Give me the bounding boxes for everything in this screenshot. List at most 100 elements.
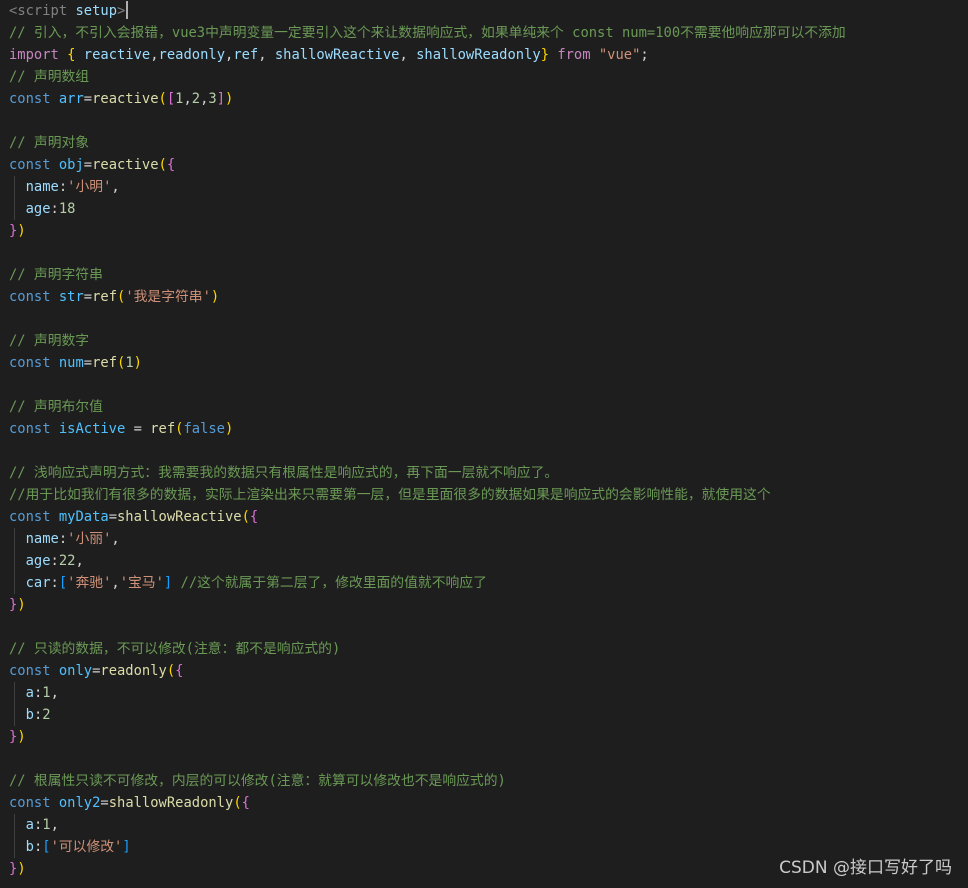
code-token-prop: age <box>25 553 51 569</box>
code-token-brk1: ( <box>166 663 176 679</box>
code-line[interactable]: name:'小丽', <box>9 528 846 550</box>
code-token-brk1: ) <box>17 223 26 239</box>
code-token-plain: : <box>50 553 59 569</box>
code-token-plain: : <box>33 839 43 855</box>
code-line[interactable] <box>9 616 846 638</box>
indent-guide <box>14 528 15 550</box>
code-line[interactable] <box>9 374 846 396</box>
code-line[interactable]: a:1, <box>9 682 846 704</box>
code-line[interactable] <box>9 242 846 264</box>
code-token-comment: // 声明对象 <box>9 135 90 151</box>
code-token-string: '我是字符串' <box>125 289 211 305</box>
code-line[interactable] <box>9 440 846 462</box>
code-token-func: ref <box>92 289 117 305</box>
code-token-keyword: const <box>9 795 59 811</box>
code-line[interactable]: }) <box>9 594 846 616</box>
code-line[interactable]: const myData=shallowReactive({ <box>9 506 846 528</box>
code-token-brk1: ) <box>17 861 26 877</box>
code-token-var: only <box>58 663 93 679</box>
code-line[interactable] <box>9 748 846 770</box>
code-line[interactable]: // 浅响应式声明方式：我需要我的数据只有根属性是响应式的，再下面一层就不响应了… <box>9 462 846 484</box>
code-token-comment: // 只读的数据，不可以修改(注意：都不是响应式的) <box>9 641 341 657</box>
code-token-brk2: { <box>241 795 250 811</box>
code-line[interactable]: const num=ref(1) <box>9 352 846 374</box>
indent-guide <box>14 198 15 220</box>
code-line[interactable]: const only=readonly({ <box>9 660 846 682</box>
code-token-prop: ref <box>233 47 259 63</box>
code-editor[interactable]: <script setup> // 引入，不引入会报错，vue3中声明变量一定要引… <box>0 0 968 888</box>
code-token-var: only2 <box>58 795 101 811</box>
code-line[interactable]: import { reactive,readonly,ref, shallowR… <box>9 44 846 66</box>
code-line[interactable]: //用于比如我们有很多的数据，实际上渲染出来只需要第一层，但是里面很多的数据如果… <box>9 484 846 506</box>
code-token-brk1: ) <box>210 289 220 305</box>
code-token-plain: = <box>83 355 93 371</box>
code-line[interactable]: // 声明布尔值 <box>9 396 846 418</box>
code-token-brk1: ( <box>233 795 242 811</box>
code-token-plain: , <box>50 817 59 833</box>
code-token-func: shallowReactive <box>117 509 242 525</box>
code-line[interactable] <box>9 110 846 132</box>
code-line[interactable]: // 根属性只读不可修改，内层的可以修改(注意：就算可以修改也不是响应式的) <box>9 770 846 792</box>
code-line[interactable]: b:2 <box>9 704 846 726</box>
code-line[interactable]: // 只读的数据，不可以修改(注意：都不是响应式的) <box>9 638 846 660</box>
code-line[interactable]: }) <box>9 220 846 242</box>
code-token-var: obj <box>58 157 84 173</box>
code-line[interactable]: name:'小明', <box>9 176 846 198</box>
code-line[interactable]: // 引入，不引入会报错，vue3中声明变量一定要引入这个来让数据响应式，如果单… <box>9 22 846 44</box>
code-token-func: shallowReadonly <box>108 795 234 811</box>
code-token-plain: = <box>83 157 93 173</box>
code-token-number: 2 <box>42 707 51 723</box>
code-token-brk3: ] <box>163 575 173 591</box>
code-token-comment: // 根属性只读不可修改，内层的可以修改(注意：就算可以修改也不是响应式的) <box>9 773 506 789</box>
code-line[interactable]: const only2=shallowReadonly({ <box>9 792 846 814</box>
code-token-number: 22 <box>58 553 76 569</box>
indent-guide <box>14 550 15 572</box>
code-line[interactable]: const isActive = ref(false) <box>9 418 846 440</box>
indent-guide <box>14 704 15 726</box>
code-token-brk3: ] <box>122 839 131 855</box>
code-token-comment: // 浅响应式声明方式：我需要我的数据只有根属性是响应式的，再下面一层就不响应了… <box>9 465 559 481</box>
code-token-plain: , <box>111 179 120 195</box>
code-line[interactable]: <script setup> <box>9 0 846 22</box>
code-line[interactable]: // 声明字符串 <box>9 264 846 286</box>
code-token-plain: , <box>111 575 120 591</box>
code-line[interactable]: b:['可以修改'] <box>9 836 846 858</box>
code-token-keyword: false <box>183 421 225 437</box>
code-token-brk2: ] <box>216 91 226 107</box>
code-token-brk3: [ <box>42 839 51 855</box>
code-token-keyword2: from <box>549 47 599 63</box>
code-token-var: num <box>58 355 84 371</box>
code-token-func: reactive <box>92 157 159 173</box>
code-token-prop: b <box>25 707 34 723</box>
code-line[interactable]: // 声明数字 <box>9 330 846 352</box>
code-line[interactable] <box>9 308 846 330</box>
code-line[interactable]: const str=ref('我是字符串') <box>9 286 846 308</box>
code-token-plain: : <box>50 575 59 591</box>
code-line[interactable]: a:1, <box>9 814 846 836</box>
code-token-comment: // 声明布尔值 <box>9 399 103 415</box>
code-line[interactable]: }) <box>9 726 846 748</box>
code-line[interactable]: const obj=reactive({ <box>9 154 846 176</box>
code-line[interactable]: }) <box>9 858 846 880</box>
code-token-brk1: ) <box>17 729 26 745</box>
code-line[interactable]: const arr=reactive([1,2,3]) <box>9 88 846 110</box>
code-token-keyword: const <box>9 355 59 371</box>
code-token-brk1: ) <box>133 355 142 371</box>
code-line[interactable]: age:18 <box>9 198 846 220</box>
code-line[interactable]: // 声明数组 <box>9 66 846 88</box>
code-area[interactable]: <script setup> // 引入，不引入会报错，vue3中声明变量一定要引… <box>9 0 846 880</box>
code-token-brk2: [ <box>166 91 176 107</box>
code-line[interactable]: car:['奔驰','宝马'] //这个就属于第二层了，修改里面的值就不响应了 <box>9 572 846 594</box>
code-line[interactable]: age:22, <box>9 550 846 572</box>
code-token-prop: shallowReadonly <box>416 47 541 63</box>
code-line[interactable]: // 声明对象 <box>9 132 846 154</box>
code-token-plain: : <box>33 817 43 833</box>
code-token-prop: shallowReactive <box>274 47 400 63</box>
code-token-func: ref <box>92 355 117 371</box>
code-token-keyword: const <box>9 421 59 437</box>
